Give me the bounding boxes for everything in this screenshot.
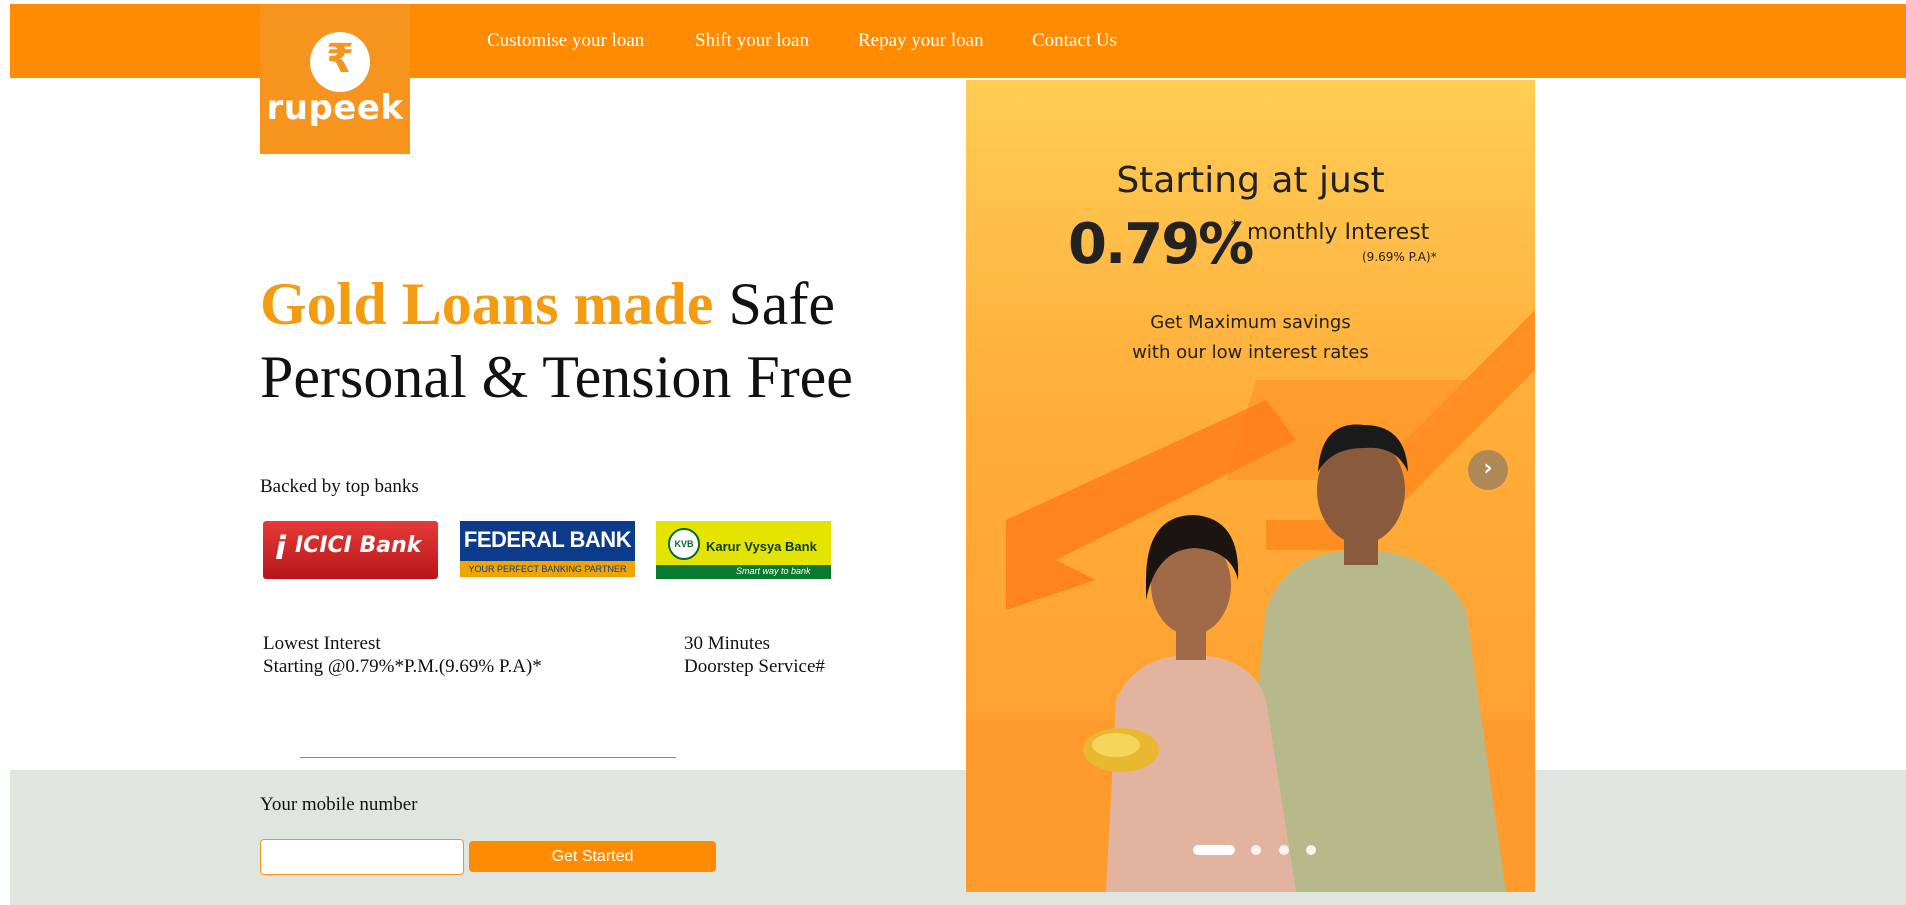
banner-pa-rate: (9.69% P.A)*: [1362, 250, 1437, 264]
promo-carousel[interactable]: Starting at just 0.79% * monthly Interes…: [966, 80, 1535, 892]
hero-highlight: Gold Loans made: [260, 271, 714, 337]
icici-bank-logo: i ICICI Bank: [263, 521, 438, 579]
chevron-right-icon[interactable]: ›: [1468, 450, 1508, 490]
divider: [300, 757, 676, 758]
nav-shift-loan[interactable]: Shift your loan: [695, 30, 809, 52]
banner-heading: Starting at just: [1116, 160, 1385, 201]
feature-lowest-interest: Lowest Interest Starting @0.79%*P.M.(9.6…: [263, 633, 542, 677]
banner-rate-star: *: [1231, 218, 1238, 234]
backed-by-label: Backed by top banks: [260, 476, 419, 497]
hero-rest: Safe: [728, 271, 836, 337]
carousel-dot-3[interactable]: [1279, 845, 1289, 855]
carousel-dot-1[interactable]: [1193, 845, 1235, 855]
feature-doorstep-service: 30 Minutes Doorstep Service#: [684, 633, 825, 677]
hero-title: Gold Loans made Safe Personal & Tension …: [260, 268, 960, 414]
get-started-button[interactable]: Get Started: [469, 841, 716, 872]
nav-customise-loan[interactable]: Customise your loan: [487, 30, 644, 52]
rupeek-logo[interactable]: ₹ rupeek: [260, 4, 410, 154]
banner-artwork: [966, 305, 1535, 892]
mobile-number-input[interactable]: [260, 839, 464, 875]
banner-subtext: Get Maximum savings with our low interes…: [1132, 312, 1369, 363]
banner-rate: 0.79%: [1068, 212, 1254, 277]
nav-repay-loan[interactable]: Repay your loan: [858, 30, 984, 52]
signup-band: [10, 770, 1906, 905]
kvb-bank-logo: KVB Karur Vysya Bank Smart way to bank: [656, 521, 831, 579]
hero-line2: Personal & Tension Free: [260, 344, 853, 410]
mobile-number-label: Your mobile number: [260, 794, 418, 815]
carousel-dot-4[interactable]: [1306, 845, 1316, 855]
nav-contact-us[interactable]: Contact Us: [1032, 30, 1117, 52]
logo-wordmark: rupeek: [266, 88, 404, 128]
federal-bank-logo: FEDERAL BANK YOUR PERFECT BANKING PARTNE…: [460, 521, 635, 577]
carousel-dot-2[interactable]: [1251, 845, 1261, 855]
rupee-logo-icon: ₹: [310, 32, 370, 92]
banner-monthly-interest: monthly Interest: [1247, 220, 1430, 245]
